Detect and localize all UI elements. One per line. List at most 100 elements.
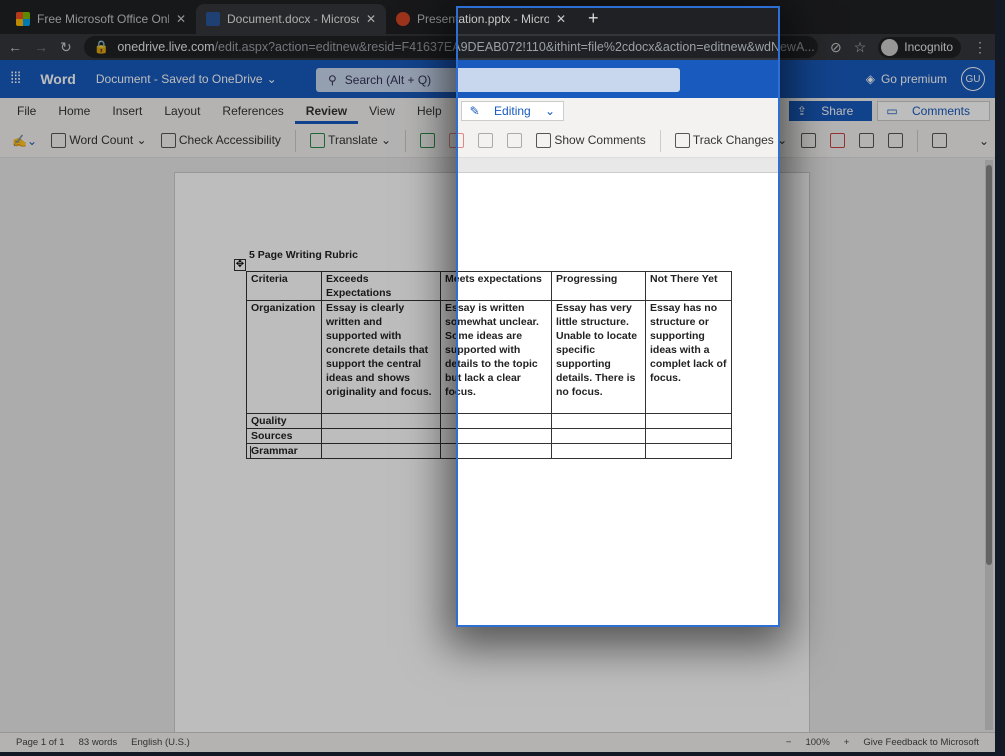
table-cell[interactable]: Essay has no structure or supporting ide… bbox=[645, 300, 732, 414]
table-cell[interactable]: Sources bbox=[246, 428, 322, 444]
eye-off-icon[interactable]: ⊘ bbox=[830, 39, 842, 56]
incognito-badge[interactable]: Incognito bbox=[878, 36, 961, 58]
editor-icon[interactable]: ✍⌄ bbox=[12, 134, 37, 148]
table-cell[interactable]: Organization bbox=[246, 300, 322, 414]
chevron-down-icon: ⌄ bbox=[266, 72, 277, 86]
track-changes-label: Track Changes bbox=[692, 132, 774, 147]
translate-button[interactable]: Translate ⌄ bbox=[309, 133, 391, 149]
table-cell[interactable] bbox=[440, 428, 552, 444]
table-cell[interactable]: Essay is clearly written and supported w… bbox=[321, 300, 441, 414]
table-cell[interactable]: Essay is written somewhat unclear. Some … bbox=[440, 300, 552, 414]
table-cell[interactable] bbox=[440, 413, 552, 429]
table-cell[interactable] bbox=[321, 443, 441, 459]
linkedin-resume-icon[interactable] bbox=[932, 133, 948, 148]
table-cell[interactable]: Quality bbox=[246, 413, 322, 429]
url-input[interactable]: 🔒 onedrive.live.com/edit.aspx?action=edit… bbox=[83, 36, 818, 58]
table-cell[interactable] bbox=[321, 413, 441, 429]
avatar[interactable]: GU bbox=[961, 67, 985, 91]
word-count-button[interactable]: Word Count ⌄ bbox=[51, 133, 147, 149]
tab-help[interactable]: Help bbox=[406, 104, 453, 118]
tab-bar: Free Microsoft Office Online ✕ Document.d… bbox=[0, 0, 995, 34]
comments-label: Comments bbox=[911, 104, 970, 118]
tab-file[interactable]: File bbox=[0, 104, 47, 118]
expand-ribbon-icon[interactable]: ⌄ bbox=[979, 134, 989, 148]
table-cell[interactable]: Grammar bbox=[246, 443, 322, 459]
table-row: Grammar bbox=[246, 443, 732, 459]
feedback-link[interactable]: Give Feedback to Microsoft bbox=[863, 737, 979, 748]
header-cell[interactable]: Exceeds Expectations bbox=[321, 271, 441, 301]
language[interactable]: English (U.S.) bbox=[131, 737, 190, 748]
show-comments-button[interactable]: Show Comments bbox=[536, 133, 646, 149]
table-cell[interactable] bbox=[645, 443, 732, 459]
tab-review[interactable]: Review bbox=[294, 104, 359, 124]
tab-presentation[interactable]: Presentation.pptx - Microsoft ✕ bbox=[386, 4, 576, 34]
accept-change-icon[interactable] bbox=[801, 133, 817, 148]
document-title[interactable]: Document - Saved to OneDrive bbox=[96, 72, 263, 86]
new-comment-icon[interactable] bbox=[420, 133, 436, 148]
rubric-table[interactable]: Criteria Exceeds Expectations Meets expe… bbox=[246, 271, 732, 459]
menu-icon[interactable]: ⋮ bbox=[973, 39, 987, 56]
reload-icon[interactable]: ↻ bbox=[60, 39, 72, 56]
incognito-icon bbox=[881, 38, 899, 56]
word-count[interactable]: 83 words bbox=[79, 737, 118, 748]
table-move-handle-icon[interactable]: ✥ bbox=[234, 259, 246, 271]
back-icon[interactable]: ← bbox=[8, 39, 22, 55]
table-cell[interactable] bbox=[551, 413, 646, 429]
tab-document[interactable]: Document.docx - Microsoft Word ✕ bbox=[196, 4, 386, 34]
tab-insert[interactable]: Insert bbox=[101, 104, 153, 118]
next-change-icon[interactable] bbox=[888, 133, 904, 148]
document-page[interactable]: 5 Page Writing Rubric ✥ Criteria Exceeds… bbox=[174, 172, 810, 752]
reject-change-icon[interactable] bbox=[830, 133, 846, 148]
editing-mode-button[interactable]: ✎ Editing ⌄ bbox=[460, 101, 565, 121]
zoom-out-button[interactable]: − bbox=[786, 737, 792, 748]
table-cell[interactable] bbox=[440, 443, 552, 459]
tab-title: Free Microsoft Office Online bbox=[37, 12, 169, 26]
table-cell[interactable] bbox=[645, 413, 732, 429]
app-name[interactable]: Word bbox=[40, 71, 76, 87]
check-accessibility-button[interactable]: Check Accessibility bbox=[160, 132, 281, 149]
previous-change-icon[interactable] bbox=[859, 133, 875, 148]
header-cell[interactable]: Criteria bbox=[246, 271, 322, 301]
header-cell[interactable]: Not There Yet bbox=[645, 271, 732, 301]
comments-button[interactable]: ▭ Comments bbox=[877, 101, 990, 121]
table-header-row: Criteria Exceeds Expectations Meets expe… bbox=[246, 271, 732, 301]
table-cell[interactable] bbox=[551, 443, 646, 459]
tab-layout[interactable]: Layout bbox=[153, 104, 211, 118]
previous-comment-icon[interactable] bbox=[478, 133, 494, 148]
scrollbar-thumb[interactable] bbox=[986, 165, 992, 565]
vertical-scrollbar[interactable] bbox=[985, 160, 993, 730]
table-cell[interactable] bbox=[551, 428, 646, 444]
delete-comment-icon[interactable] bbox=[449, 133, 465, 148]
forward-icon[interactable]: → bbox=[34, 39, 48, 55]
microsoft-logo-icon bbox=[16, 12, 30, 26]
url-host: onedrive.live.com bbox=[117, 40, 215, 54]
table-cell[interactable]: Essay has very little structure. Unable … bbox=[551, 300, 646, 414]
check-accessibility-label: Check Accessibility bbox=[178, 132, 281, 147]
next-comment-icon[interactable] bbox=[507, 133, 523, 148]
close-tab-icon[interactable]: ✕ bbox=[176, 12, 186, 26]
tab-references[interactable]: References bbox=[211, 104, 294, 118]
status-bar: Page 1 of 1 83 words English (U.S.) − 10… bbox=[0, 732, 995, 752]
review-toolbar: ✍⌄ Word Count ⌄ Check Accessibility Tran… bbox=[0, 124, 995, 158]
header-cell[interactable]: Meets expectations bbox=[440, 271, 552, 301]
header-cell[interactable]: Progressing bbox=[551, 271, 646, 301]
share-button[interactable]: ⇪ Share bbox=[788, 101, 873, 121]
ribbon-tabs: File Home Insert Layout References Revie… bbox=[0, 98, 995, 124]
app-launcher-icon[interactable]: ⁞⁞⁞ bbox=[10, 70, 21, 88]
table-cell[interactable] bbox=[645, 428, 732, 444]
star-icon[interactable]: ☆ bbox=[854, 39, 867, 56]
table-cell[interactable] bbox=[321, 428, 441, 444]
search-input[interactable]: ⚲ Search (Alt + Q) bbox=[316, 68, 680, 92]
divider bbox=[917, 129, 919, 152]
tab-view[interactable]: View bbox=[358, 104, 406, 118]
zoom-in-button[interactable]: + bbox=[844, 737, 850, 748]
close-tab-icon[interactable]: ✕ bbox=[556, 12, 566, 26]
incognito-label: Incognito bbox=[904, 40, 953, 54]
track-changes-button[interactable]: Track Changes ⌄ bbox=[674, 132, 787, 149]
tab-home[interactable]: Home bbox=[47, 104, 101, 118]
go-premium-link[interactable]: Go premium bbox=[881, 72, 947, 86]
tab-title: Presentation.pptx - Microsoft bbox=[417, 12, 549, 26]
close-tab-icon[interactable]: ✕ bbox=[366, 12, 376, 26]
new-tab-button[interactable]: + bbox=[576, 4, 611, 34]
tab-office[interactable]: Free Microsoft Office Online ✕ bbox=[6, 4, 196, 34]
